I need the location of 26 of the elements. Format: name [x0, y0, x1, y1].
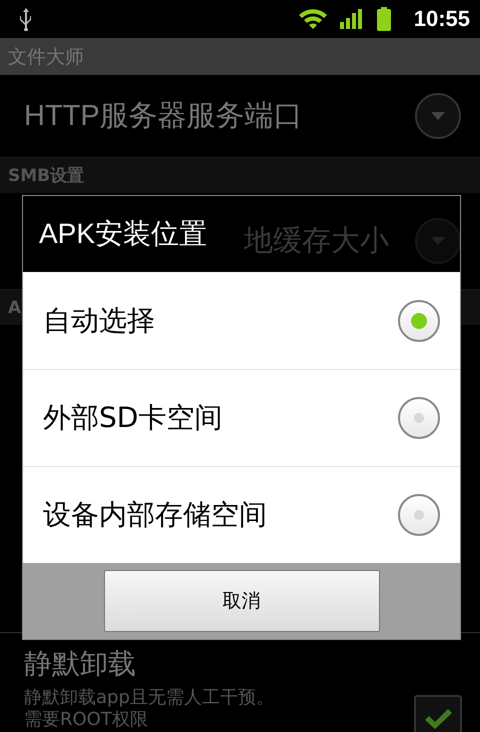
option-label: 自动选择 — [43, 302, 155, 338]
signal-icon — [340, 8, 364, 30]
dropdown-icon[interactable] — [414, 217, 462, 265]
app-title: 文件大师 — [8, 44, 84, 70]
dialog-title: APK安装位置 — [39, 217, 208, 251]
setting-title: HTTP服务器服务端口 — [24, 99, 303, 134]
radio-button[interactable] — [398, 300, 440, 342]
radio-option[interactable]: 外部SD卡空间 — [23, 369, 460, 466]
section-title: A — [8, 298, 22, 318]
checkmark-icon — [423, 706, 453, 732]
radio-button[interactable] — [398, 494, 440, 536]
setting-summary: 静默卸载app且无需人工干预。 — [24, 687, 274, 709]
wifi-icon — [298, 8, 328, 30]
setting-summary: 需要ROOT权限 — [24, 709, 149, 731]
option-label: 外部SD卡空间 — [43, 400, 222, 436]
battery-icon — [376, 7, 392, 31]
usb-icon — [18, 7, 34, 31]
option-label: 设备内部存储空间 — [43, 497, 267, 533]
checkbox[interactable] — [414, 695, 462, 732]
radio-button[interactable] — [398, 397, 440, 439]
clock-time: 10:55 — [414, 6, 470, 32]
radio-option[interactable]: 自动选择 — [23, 272, 460, 369]
setting-title: 地缓存大小 — [244, 224, 389, 259]
setting-title: 静默卸载 — [24, 646, 137, 682]
section-title: SMB设置 — [8, 165, 84, 187]
cancel-button[interactable]: 取消 — [104, 570, 380, 632]
